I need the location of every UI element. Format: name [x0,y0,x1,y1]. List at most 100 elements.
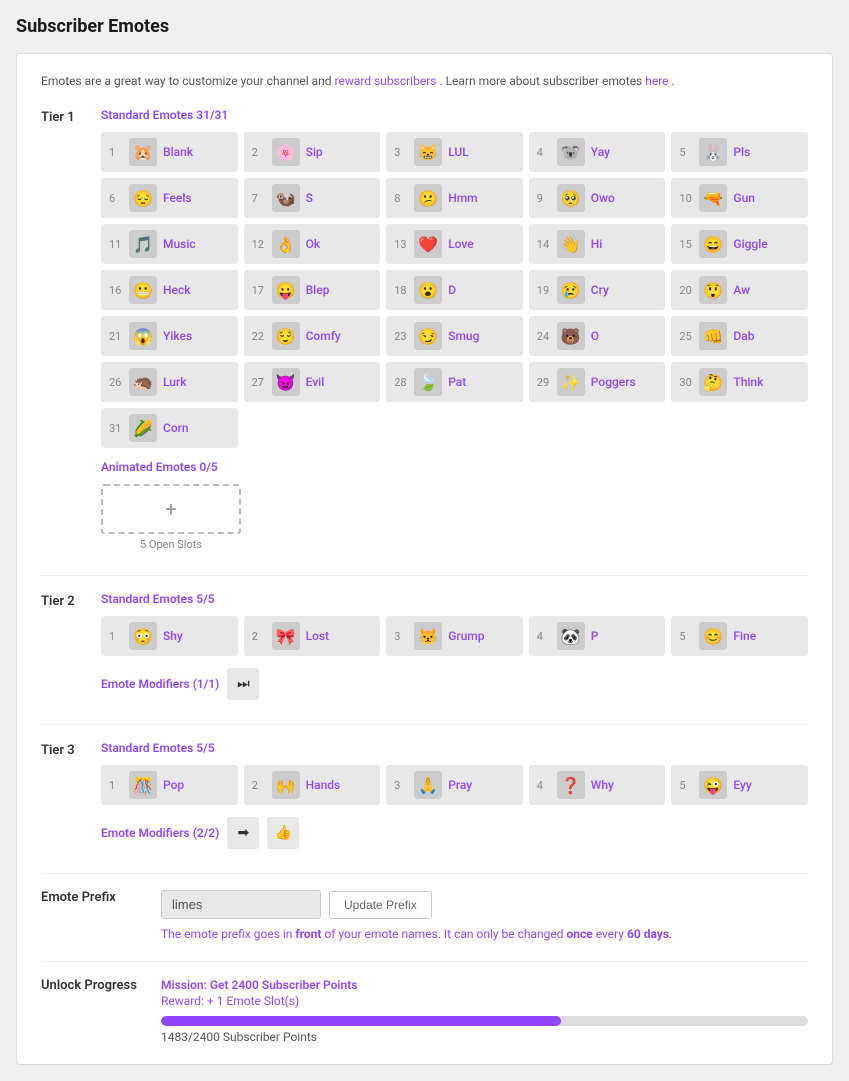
emote-card-18[interactable]: 18D [386,270,523,310]
emote-number: 23 [394,330,408,343]
emote-name: O [591,329,599,343]
emote-number: 1 [109,630,123,643]
emote-card-7[interactable]: 7S [244,178,381,218]
emote-icon [129,622,157,650]
emote-card-16[interactable]: 16Heck [101,270,238,310]
emote-number: 10 [679,192,693,205]
tier2-standard-title: Standard Emotes 5/5 [101,592,808,606]
update-prefix-button[interactable]: Update Prefix [329,891,432,919]
emote-card-2[interactable]: 2 Sip [244,132,381,172]
tier2-modifier-icon[interactable]: ⏭ [227,668,259,700]
emote-icon [414,771,442,799]
emote-icon [699,771,727,799]
emote-icon [272,138,300,166]
tier1-animated-title: Animated Emotes 0/5 [101,460,808,474]
tier3-modifier-icon-1[interactable]: ➡ [227,817,259,849]
emote-card-4[interactable]: 4Yay [529,132,666,172]
tier3-modifier-icon-2[interactable]: 👍 [267,817,299,849]
emote-icon [557,230,585,258]
emote-icon [557,622,585,650]
emote-icon [414,138,442,166]
tier2-label: Tier 2 [41,592,101,700]
emote-name: Love [448,237,474,251]
tier3-standard-title: Standard Emotes 5/5 [101,741,808,755]
emote-icon [414,368,442,396]
emote-icon [272,368,300,396]
emote-card-31[interactable]: 31Corn [101,408,238,448]
emote-icon [129,771,157,799]
emote-icon [129,138,157,166]
emote-card-15[interactable]: 15Giggle [671,224,808,264]
emote-card-3[interactable]: 3Pray [386,765,523,805]
prefix-input[interactable] [161,890,321,919]
emote-name: Dab [733,329,754,343]
emote-name: Sip [306,145,323,159]
emote-card-2[interactable]: 2Lost [244,616,381,656]
emote-number: 3 [394,630,408,643]
emote-number: 30 [679,376,693,389]
emote-number: 2 [252,146,266,159]
emote-card-11[interactable]: 11Music [101,224,238,264]
emote-prefix-section: Emote Prefix Update Prefix The emote pre… [41,890,808,941]
emote-icon [272,184,300,212]
add-animated-slot-button[interactable]: + [101,484,241,534]
emote-name: Pls [733,145,750,159]
emote-card-21[interactable]: 21Yikes [101,316,238,356]
main-card: Emotes are a great way to customize your… [16,53,833,1065]
emote-card-28[interactable]: 28Pat [386,362,523,402]
emote-icon [699,322,727,350]
emote-card-23[interactable]: 23Smug [386,316,523,356]
emote-card-6[interactable]: 6Feels [101,178,238,218]
emote-card-30[interactable]: 30Think [671,362,808,402]
emote-card-24[interactable]: 24 O [529,316,666,356]
emote-icon [129,322,157,350]
learn-more-link[interactable]: here [645,74,668,88]
info-bar: Emotes are a great way to customize your… [41,74,808,88]
emote-card-19[interactable]: 19Cry [529,270,666,310]
emote-name: Ok [306,237,321,251]
emote-card-10[interactable]: 10Gun [671,178,808,218]
emote-card-9[interactable]: 9Owo [529,178,666,218]
tier2-emotes-grid: 1Shy2Lost3Grump4P5Fine [101,616,808,656]
progress-bar-bg [161,1016,808,1026]
emote-card-14[interactable]: 14Hi [529,224,666,264]
emote-name: Poggers [591,375,636,389]
emote-card-1[interactable]: 1Blank [101,132,238,172]
emote-card-4[interactable]: 4Why [529,765,666,805]
emote-name: Evil [306,375,325,389]
emote-name: Hmm [448,191,477,205]
tier3-label: Tier 3 [41,741,101,849]
emote-icon [699,368,727,396]
emote-card-3[interactable]: 3LUL [386,132,523,172]
emote-card-17[interactable]: 17Blep [244,270,381,310]
emote-card-13[interactable]: 13 Love [386,224,523,264]
emote-card-29[interactable]: 29Poggers [529,362,666,402]
emote-icon [272,771,300,799]
emote-card-27[interactable]: 27Evil [244,362,381,402]
emote-card-12[interactable]: 12Ok [244,224,381,264]
emote-card-1[interactable]: 1Shy [101,616,238,656]
emote-number: 6 [109,192,123,205]
emote-card-2[interactable]: 2Hands [244,765,381,805]
emote-icon [414,230,442,258]
tier1-standard-title: Standard Emotes 31/31 [101,108,808,122]
emote-name: Pat [448,375,466,389]
tier3-modifiers-row: Emote Modifiers (2/2) ➡ 👍 [101,817,808,849]
emote-card-20[interactable]: 20Aw [671,270,808,310]
emote-number: 14 [537,238,551,251]
emote-card-1[interactable]: 1Pop [101,765,238,805]
emote-card-25[interactable]: 25Dab [671,316,808,356]
emote-number: 19 [537,284,551,297]
emote-number: 24 [537,330,551,343]
emote-card-22[interactable]: 22Comfy [244,316,381,356]
emote-card-3[interactable]: 3Grump [386,616,523,656]
emote-prefix-content: Update Prefix The emote prefix goes in f… [161,890,808,941]
emote-card-5[interactable]: 5Eyy [671,765,808,805]
reward-subscribers-link[interactable]: reward subscribers [335,74,437,88]
emote-card-26[interactable]: 26Lurk [101,362,238,402]
emote-card-5[interactable]: 5Fine [671,616,808,656]
emote-card-8[interactable]: 8Hmm [386,178,523,218]
emote-card-5[interactable]: 5Pls [671,132,808,172]
emote-number: 13 [394,238,408,251]
emote-card-4[interactable]: 4P [529,616,666,656]
